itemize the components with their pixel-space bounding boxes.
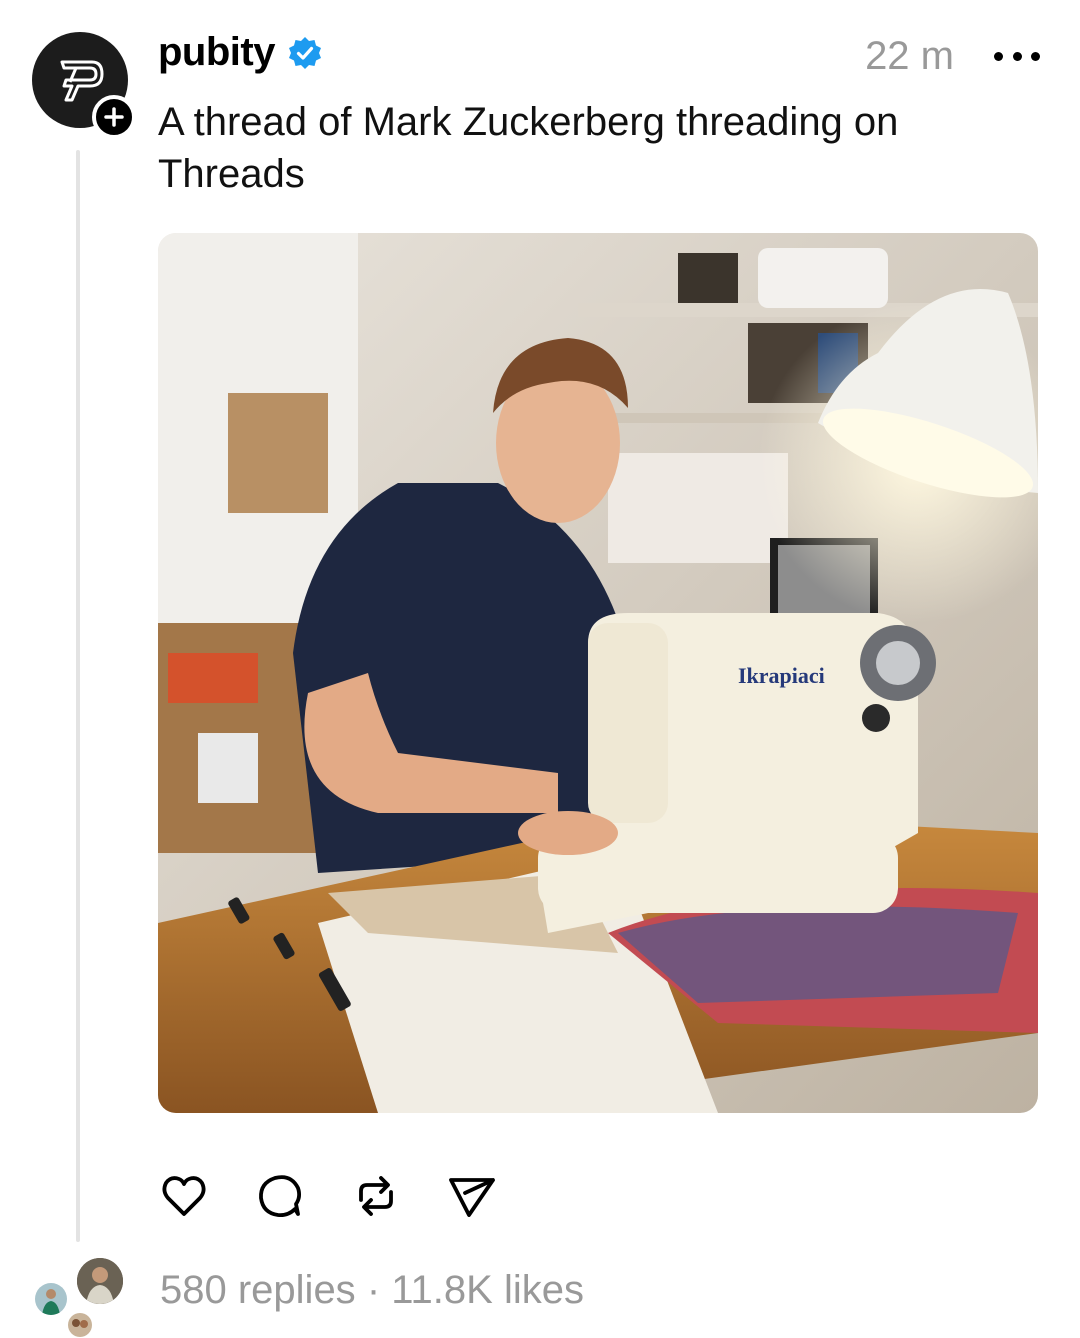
- more-dot-icon: [1031, 51, 1040, 61]
- person-photo-icon: [77, 1258, 123, 1304]
- post-image[interactable]: Ikrapiaci: [158, 233, 1038, 1113]
- heart-icon: [162, 1176, 206, 1216]
- more-options-button[interactable]: [994, 36, 1040, 76]
- more-dot-icon: [1012, 51, 1022, 61]
- person-photo-icon: [35, 1283, 67, 1315]
- post-stats: 580 replies · 11.8K likes: [160, 1268, 584, 1313]
- sewing-machine-brand: Ikrapiaci: [738, 663, 825, 688]
- follow-button[interactable]: [92, 95, 136, 139]
- post-header: pubity: [158, 30, 323, 75]
- replier-avatar[interactable]: [35, 1283, 67, 1315]
- replies-count[interactable]: 580 replies: [160, 1268, 356, 1312]
- post-actions: [158, 1170, 498, 1222]
- reply-button[interactable]: [254, 1170, 306, 1222]
- post-caption: A thread of Mark Zuckerberg threading on…: [158, 100, 899, 196]
- username[interactable]: pubity: [158, 30, 275, 75]
- like-button[interactable]: [158, 1170, 210, 1222]
- post-timestamp: 22 m: [865, 34, 954, 78]
- sewing-scene-image: Ikrapiaci: [158, 233, 1038, 1113]
- group-photo-icon: [68, 1313, 92, 1337]
- likes-count[interactable]: 11.8K likes: [391, 1268, 584, 1312]
- plus-icon: [104, 107, 124, 127]
- replier-avatar[interactable]: [68, 1313, 92, 1337]
- comment-icon: [259, 1175, 302, 1218]
- share-button[interactable]: [446, 1170, 498, 1222]
- repost-icon: [359, 1176, 393, 1216]
- replier-avatar[interactable]: [77, 1258, 123, 1304]
- verified-badge-icon: [288, 36, 321, 69]
- send-icon: [449, 1178, 495, 1217]
- thread-line: [76, 150, 80, 1242]
- stats-separator: ·: [366, 1268, 381, 1312]
- repost-button[interactable]: [350, 1170, 402, 1222]
- more-dot-icon: [994, 51, 1003, 61]
